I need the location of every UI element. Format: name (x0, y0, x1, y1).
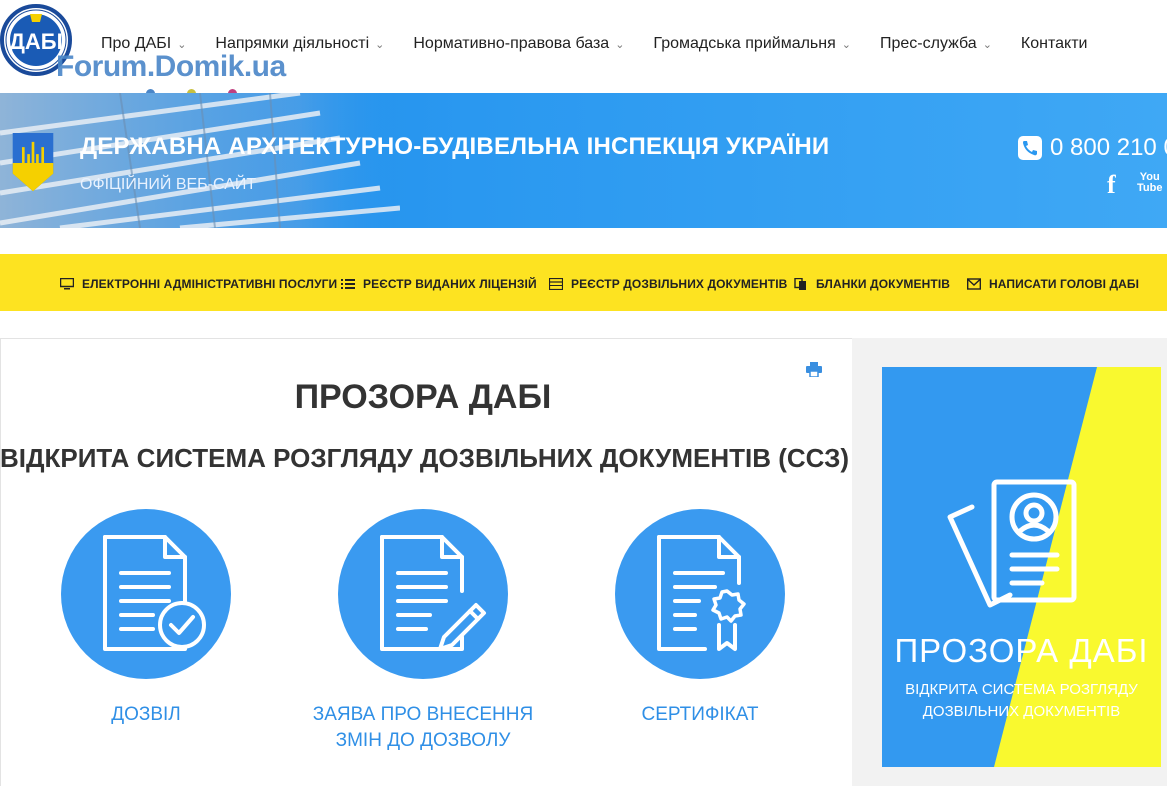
quicklink-e-services[interactable]: ЕЛЕКТРОННІ АДМІНІСТРАТИВНІ ПОСЛУГИ (60, 277, 337, 291)
list-icon (341, 279, 355, 289)
chevron-down-icon: ⌄ (615, 38, 625, 51)
envelope-icon (967, 278, 981, 290)
site-title: ДЕРЖАВНА АРХІТЕКТУРНО-БУДІВЕЛЬНА ІНСПЕКЦ… (80, 133, 830, 160)
main-nav: Про ДАБІ ⌄ Напрямки діяльності ⌄ Нормативн… (101, 34, 1116, 54)
top-navbar: ДАБІ Forum.Domik.ua Про ДАБІ ⌄ Напрямки д… (0, 0, 1167, 98)
facebook-icon[interactable]: f (1107, 170, 1116, 200)
page-subtitle: ВІДКРИТА СИСТЕМА РОЗГЛЯДУ ДОЗВІЛЬНИХ ДОК… (0, 443, 850, 473)
trident-emblem-icon (12, 133, 54, 192)
nav-item-press[interactable]: Прес-служба ⌄ (880, 35, 992, 53)
youtube-icon[interactable]: You Tube (1137, 172, 1162, 194)
document-edit-icon (380, 535, 486, 651)
phone-icon (1018, 136, 1042, 160)
table-icon (549, 278, 563, 290)
amendment-card-label[interactable]: ЗАЯВА ПРО ВНЕСЕННЯ ЗМІН ДО ДОЗВОЛУ (300, 702, 546, 754)
promo-subtitle: ВІДКРИТА СИСТЕМА РОЗГЛЯДУ ДОЗВІЛЬНИХ ДОК… (905, 681, 1138, 720)
content-divider (0, 338, 852, 339)
chevron-down-icon: ⌄ (177, 38, 187, 51)
chevron-down-icon: ⌄ (841, 38, 851, 51)
quicklink-write-to-head[interactable]: НАПИСАТИ ГОЛОВІ ДАБІ (967, 277, 1139, 291)
nav-item-about[interactable]: Про ДАБІ ⌄ (101, 35, 186, 53)
chevron-down-icon: ⌄ (982, 38, 992, 51)
nav-item-legal-base[interactable]: Нормативно-правова база ⌄ (413, 35, 624, 53)
nav-item-contacts[interactable]: Контакти (1021, 35, 1088, 53)
certificate-icon (657, 535, 746, 651)
quicklink-licenses-registry[interactable]: РЕЄСТР ВИДАНИХ ЛІЦЕНЗІЙ (341, 277, 537, 291)
hotline-phone[interactable]: 0 800 210 0 (1018, 134, 1167, 162)
chevron-down-icon: ⌄ (375, 38, 385, 51)
documents-icon (794, 278, 806, 290)
phone-number: 0 800 210 0 (1050, 134, 1167, 161)
forum-watermark: Forum.Domik.ua (56, 50, 286, 83)
permit-card-button[interactable] (61, 509, 231, 679)
monitor-icon (60, 278, 74, 290)
page-title: ПРОЗОРА ДАБІ (294, 378, 552, 416)
certificate-card-button[interactable] (615, 509, 785, 679)
print-icon[interactable] (806, 362, 822, 378)
site-subtitle: ОФІЦІЙНИЙ ВЕБ-САЙТ (80, 176, 257, 193)
quicklink-document-forms[interactable]: БЛАНКИ ДОКУМЕНТІВ (794, 277, 950, 291)
quicklink-permits-registry[interactable]: РЕЄСТР ДОЗВІЛЬНИХ ДОКУМЕНТІВ (549, 277, 787, 291)
nav-item-reception[interactable]: Громадська приймальня ⌄ (653, 35, 851, 53)
logo-text: ДАБІ (9, 29, 63, 54)
document-check-icon (103, 535, 206, 651)
nav-item-activities[interactable]: Напрямки діяльності ⌄ (215, 35, 384, 53)
promo-title: ПРОЗОРА ДАБІ (894, 632, 1149, 669)
permit-card-label[interactable]: ДОЗВІЛ (61, 702, 231, 728)
certificate-card-label[interactable]: СЕРТИФІКАТ (615, 702, 785, 728)
amendment-card-button[interactable] (338, 509, 508, 679)
